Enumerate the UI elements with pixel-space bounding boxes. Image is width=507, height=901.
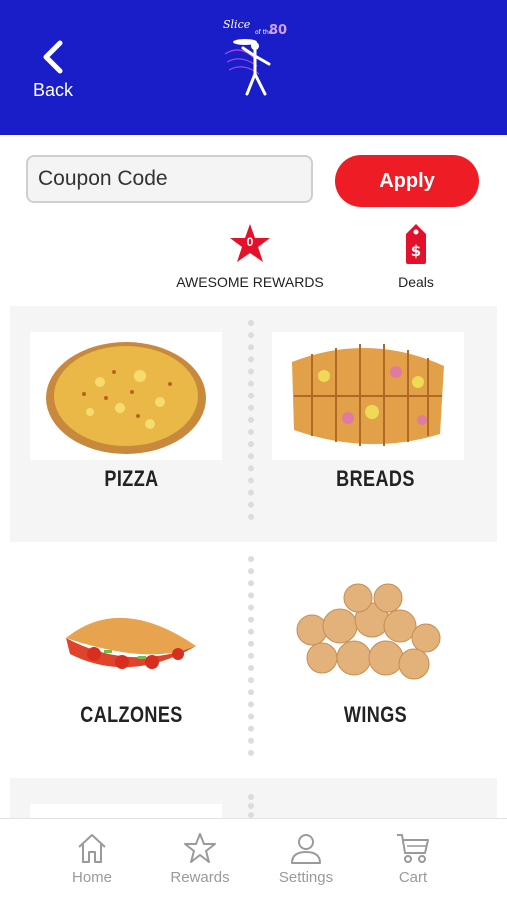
pizza-image [30, 332, 222, 460]
deals-label: Deals [398, 274, 434, 290]
svg-text:$: $ [411, 242, 421, 260]
tab-rewards-label: Rewards [170, 869, 230, 886]
awesome-rewards-link[interactable]: 0 AWESOME REWARDS [170, 222, 330, 290]
back-button[interactable]: Back [28, 40, 78, 101]
user-icon [291, 834, 321, 864]
category-breads[interactable]: BREADS [254, 306, 497, 542]
tab-settings-label: Settings [278, 869, 334, 886]
star-icon [184, 833, 216, 863]
category-calzones[interactable]: CALZONES [10, 542, 253, 778]
category-label: WINGS [343, 702, 408, 727]
tab-settings[interactable]: Settings [256, 831, 356, 886]
breads-image [272, 332, 464, 460]
category-row: PIZZA BREADS [10, 306, 497, 542]
divider [248, 794, 254, 818]
tab-home[interactable]: Home [42, 831, 142, 886]
home-icon [78, 834, 106, 863]
category-label: PIZZA [104, 466, 159, 491]
back-label: Back [32, 80, 74, 100]
category-grid: PIZZA BREADS CALZONES WINGS [10, 306, 497, 818]
category-label: BREADS [336, 466, 415, 491]
tab-home-label: Home [71, 869, 112, 886]
wings-image [272, 568, 464, 696]
category-wings[interactable]: WINGS [254, 542, 497, 778]
svg-text:80: 80 [269, 23, 287, 38]
category-image-partial [30, 804, 222, 818]
rewards-count: 0 [246, 235, 254, 249]
tab-cart-label: Cart [398, 869, 428, 886]
category-row: CALZONES WINGS [10, 542, 497, 778]
category-pizza[interactable]: PIZZA [10, 306, 253, 542]
deals-link[interactable]: $ Deals [385, 222, 447, 290]
apply-coupon-button[interactable]: Apply [335, 155, 479, 207]
brand-logo: Slice of the 80 [223, 18, 287, 96]
category-label: CALZONES [80, 702, 183, 727]
app-header: Back Slice of the 80 [0, 0, 507, 135]
calzones-image [30, 568, 222, 696]
price-tag-icon: $ [406, 224, 426, 264]
tab-cart[interactable]: Cart [363, 831, 463, 886]
tab-bar: Home Rewards Settings Cart [0, 818, 507, 901]
coupon-code-input[interactable] [26, 155, 313, 203]
tab-rewards[interactable]: Rewards [150, 831, 250, 886]
chevron-left-icon [43, 40, 63, 74]
category-row [10, 778, 497, 818]
svg-text:Slice: Slice [223, 18, 251, 31]
awesome-rewards-label: AWESOME REWARDS [176, 274, 324, 290]
cart-icon [397, 834, 429, 863]
